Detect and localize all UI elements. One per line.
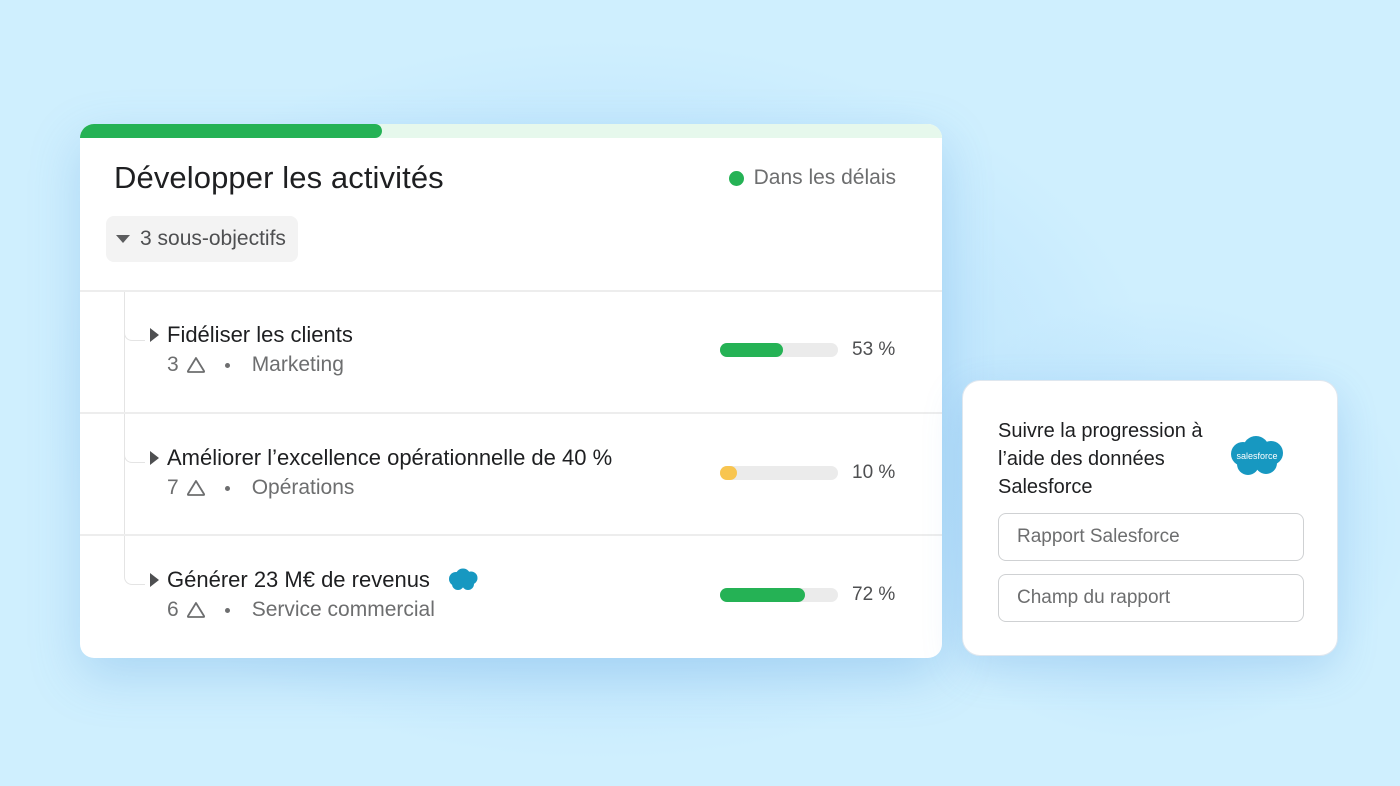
salesforce-report-input[interactable] xyxy=(998,513,1304,561)
tree-connector xyxy=(124,570,145,585)
subgoals-toggle-label: 3 sous-objectifs xyxy=(140,227,286,250)
subgoal-progress-bar xyxy=(720,343,838,357)
subgoal-progress-label: 72 % xyxy=(852,584,896,605)
subgoal-row[interactable]: Améliorer l’excellence opérationnelle de… xyxy=(80,412,942,536)
goal-card: Développer les activités Dans les délais… xyxy=(80,124,942,658)
subgoal-team: Opérations xyxy=(251,476,355,499)
subgoal-title[interactable]: Améliorer l’excellence opérationnelle de… xyxy=(167,445,612,471)
separator-dot xyxy=(224,485,230,491)
subgoal-row[interactable]: Générer 23 M€ de revenus 6 Service comme… xyxy=(80,534,942,658)
subgoal-progress-fill xyxy=(720,466,737,480)
subgoal-title-text: Fidéliser les clients xyxy=(167,322,353,347)
subgoal-progress-label: 10 % xyxy=(852,462,896,483)
status-label: Dans les délais xyxy=(753,166,896,189)
subgoal-progress-fill xyxy=(720,343,783,357)
subgoal-title-text: Générer 23 M€ de revenus xyxy=(167,567,430,592)
subgoal-count: 6 xyxy=(167,598,179,621)
subgoal-progress-bar xyxy=(720,466,838,480)
subgoal-count: 3 xyxy=(167,353,179,376)
subgoal-team: Service commercial xyxy=(251,598,435,621)
caret-right-icon[interactable] xyxy=(150,451,159,465)
goal-status[interactable]: Dans les délais xyxy=(728,166,896,190)
subgoal-title[interactable]: Générer 23 M€ de revenus xyxy=(167,567,480,593)
separator-dot xyxy=(224,362,230,368)
caret-right-icon[interactable] xyxy=(150,573,159,587)
goal-progress-bar xyxy=(80,124,942,138)
status-dot-icon xyxy=(728,170,744,186)
caret-down-icon xyxy=(116,235,130,243)
triangle-outline-icon xyxy=(186,480,205,496)
tree-connector xyxy=(124,448,145,463)
separator-dot xyxy=(224,607,230,613)
triangle-outline-icon xyxy=(186,357,205,373)
subgoal-team: Marketing xyxy=(251,353,344,376)
subgoal-progress-fill xyxy=(720,588,805,602)
subgoal-meta: 7 Opérations xyxy=(167,476,354,500)
salesforce-panel: Suivre la progression à l’aide des donné… xyxy=(962,380,1338,656)
subgoal-title[interactable]: Fidéliser les clients xyxy=(167,322,353,348)
subgoals-toggle-button[interactable]: 3 sous-objectifs xyxy=(106,216,298,262)
triangle-outline-icon xyxy=(186,602,205,618)
goal-progress-fill xyxy=(80,124,382,138)
goal-title: Développer les activités xyxy=(114,160,444,195)
salesforce-cloud-icon xyxy=(448,568,478,590)
salesforce-panel-text: Suivre la progression à l’aide des donné… xyxy=(998,420,1203,498)
subgoal-progress-bar xyxy=(720,588,838,602)
subgoal-meta: 6 Service commercial xyxy=(167,598,435,622)
subgoal-title-text: Améliorer l’excellence opérationnelle de… xyxy=(167,445,613,470)
subgoal-count: 7 xyxy=(167,476,179,499)
salesforce-logo-text: salesforce xyxy=(1236,451,1277,461)
subgoal-progress-label: 53 % xyxy=(852,339,896,360)
subgoal-row[interactable]: Fidéliser les clients 3 Marketing 53 % xyxy=(80,290,942,414)
tree-connector xyxy=(124,326,145,341)
report-field-input[interactable] xyxy=(998,574,1304,622)
caret-right-icon[interactable] xyxy=(150,328,159,342)
salesforce-logo: salesforce xyxy=(1231,436,1283,475)
subgoal-meta: 3 Marketing xyxy=(167,353,344,377)
